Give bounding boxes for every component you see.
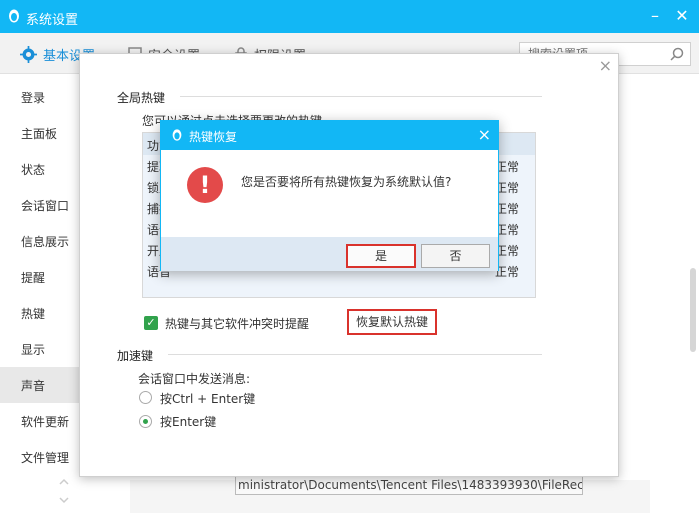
settings-sidebar: 登录 主面板 状态 会话窗口 信息展示 提醒 热键 显示 声音 软件更新 文件管…	[0, 74, 80, 513]
sidebar-item-chat-window[interactable]: 会话窗口	[21, 197, 69, 214]
section-title-accelerator: 加速键	[117, 349, 154, 363]
conflict-reminder-label: 热键与其它软件冲突时提醒	[165, 317, 310, 331]
sidebar-item-info-display[interactable]: 信息展示	[21, 233, 69, 250]
sidebar-item-sound[interactable]: 声音	[21, 377, 45, 394]
sidebar-item-software-update[interactable]: 软件更新	[21, 413, 69, 430]
sidebar-item-reminder[interactable]: 提醒	[21, 269, 45, 286]
hotkey-restore-confirm-dialog: 热键恢复 × ! 您是否要将所有热键恢复为系统默认值? 是 否	[160, 120, 499, 271]
gear-icon	[20, 45, 37, 63]
sidebar-item-file-management[interactable]: 文件管理	[21, 449, 69, 466]
title-bar: 系统设置 – ✕	[0, 0, 699, 33]
sidebar-item-hotkeys[interactable]: 热键	[21, 305, 45, 322]
conflict-reminder-checkbox[interactable]: ✓	[144, 316, 158, 330]
radio-ctrl-enter[interactable]	[139, 391, 152, 404]
radio-enter-label: 按Enter键	[160, 415, 217, 429]
hotkey-dialog-close-button[interactable]: ×	[599, 56, 612, 75]
sidebar-item-main-panel[interactable]: 主面板	[21, 125, 57, 142]
penguin-logo-icon	[9, 9, 19, 23]
window-close-button[interactable]: ✕	[671, 6, 693, 26]
section-divider	[168, 354, 542, 355]
yes-button[interactable]: 是	[346, 244, 416, 268]
sidebar-item-login[interactable]: 登录	[21, 89, 45, 106]
radio-enter[interactable]	[139, 415, 152, 428]
sidebar-scroll-chevrons-icon[interactable]	[58, 476, 70, 506]
restore-default-hotkeys-button[interactable]: 恢复默认热键	[347, 309, 437, 335]
main-scrollbar-thumb[interactable]	[690, 268, 696, 352]
minimize-button[interactable]: –	[644, 6, 666, 26]
confirm-dialog-title: 热键恢复	[189, 130, 238, 144]
no-button[interactable]: 否	[421, 244, 490, 268]
radio-ctrl-enter-label: 按Ctrl + Enter键	[160, 392, 256, 406]
warning-icon: !	[187, 167, 223, 203]
send-message-label: 会话窗口中发送消息:	[138, 372, 251, 386]
confirm-dialog-title-bar: 热键恢复 ×	[161, 121, 498, 150]
section-title-global-hotkeys: 全局热键	[117, 91, 166, 105]
confirm-dialog-close-button[interactable]: ×	[478, 125, 491, 144]
section-divider	[180, 96, 542, 97]
file-recv-path-field[interactable]: ministrator\Documents\Tencent Files\1483…	[235, 475, 583, 495]
window-title: 系统设置	[26, 13, 79, 28]
sidebar-item-display[interactable]: 显示	[21, 341, 45, 358]
penguin-logo-icon	[172, 129, 182, 141]
search-icon[interactable]	[670, 47, 684, 61]
sidebar-item-status[interactable]: 状态	[21, 161, 45, 178]
confirm-message: 您是否要将所有热键恢复为系统默认值?	[241, 175, 452, 189]
